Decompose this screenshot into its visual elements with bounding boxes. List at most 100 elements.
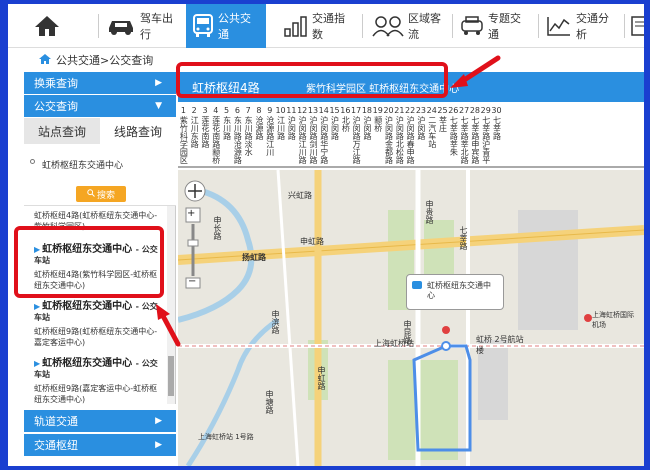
stop-number: 19 bbox=[372, 106, 383, 115]
stop-number: 2 bbox=[191, 106, 197, 115]
stop-item[interactable]: 11 沪闵路 bbox=[286, 102, 297, 166]
result-title: 虹桥枢纽东交通中心 bbox=[42, 301, 133, 312]
sidebar-item-hub[interactable]: 交通枢纽 ▶ bbox=[24, 434, 176, 456]
stop-item[interactable]: 23 沪闵路 bbox=[416, 102, 427, 166]
sidebar-item-transfer[interactable]: 换乘查询 ▶ bbox=[24, 72, 176, 94]
stop-item[interactable]: 29 七莘路沪青平 bbox=[480, 102, 491, 166]
stop-number: 11 bbox=[286, 106, 297, 115]
station-popup[interactable]: 虹桥枢纽东交通中心 bbox=[406, 274, 504, 310]
nav-traffic-analysis-label: 交通分析 bbox=[576, 12, 609, 41]
sidebar-item-bus[interactable]: 公交查询 ▼ bbox=[24, 95, 176, 117]
stop-name: 七莘路莘北路 bbox=[460, 116, 470, 164]
stop-number: 3 bbox=[202, 106, 208, 115]
search-button-label: 搜索 bbox=[96, 190, 115, 201]
bus-icon bbox=[192, 13, 214, 39]
nav-driving[interactable]: 驾车出行 bbox=[100, 4, 182, 48]
stop-item[interactable]: 22 沪闵路春申路 bbox=[405, 102, 416, 166]
nav-traffic-analysis[interactable]: 交通分析 bbox=[540, 4, 622, 48]
stop-number: 24 bbox=[426, 106, 437, 115]
stop-item[interactable]: 30 七莘路 bbox=[491, 102, 502, 166]
home-small-icon[interactable] bbox=[38, 53, 52, 68]
stop-number: 22 bbox=[405, 106, 416, 115]
stop-item[interactable]: 24 二汽车站 bbox=[426, 102, 437, 166]
search-button[interactable]: 搜索 bbox=[76, 186, 126, 202]
stop-number: 27 bbox=[459, 106, 470, 115]
stop-name: 沪闵路剑川路 bbox=[308, 116, 318, 164]
stop-number: 28 bbox=[469, 106, 480, 115]
stop-item[interactable]: 20 沪闵路金都路 bbox=[383, 102, 394, 166]
breadcrumb-text[interactable]: 公共交通>公交查询 bbox=[56, 52, 153, 68]
stop-name: 沪闵路江川路 bbox=[298, 116, 308, 164]
list-item[interactable]: ▶ 虹桥枢纽东交通中心 - 公交车站 虹桥枢纽9路(嘉定客运中心-虹桥枢纽东交通中… bbox=[24, 352, 175, 404]
nav-special-traffic[interactable]: 专题交通 bbox=[454, 4, 536, 48]
stop-item[interactable]: 6 东川路沧源路 bbox=[232, 102, 243, 166]
stop-item[interactable]: 16 北桥 bbox=[340, 102, 351, 166]
map-label: 申长路 bbox=[213, 216, 222, 240]
stop-item[interactable]: 25 莘庄 bbox=[437, 102, 448, 166]
stop-number: 20 bbox=[383, 106, 394, 115]
stop-number: 23 bbox=[415, 106, 427, 115]
nav-regional-flow[interactable]: 区域客流 bbox=[366, 4, 448, 48]
tab-line[interactable]: 线路查询 bbox=[100, 118, 176, 144]
popup-text: 虹桥枢纽东交通中心 bbox=[427, 281, 491, 300]
stop-name: 莲花南路颛桥 bbox=[211, 116, 221, 164]
nav-driving-label: 驾车出行 bbox=[140, 12, 173, 41]
map-view[interactable]: + − 虹桥枢纽东交通中心 兴虹路 申虹路 申长路 扬虹路 申滨路 申贵路 申昆… bbox=[178, 170, 644, 466]
stop-name: 沪闵路华宁路 bbox=[319, 116, 329, 164]
stop-number: 15 bbox=[329, 106, 340, 115]
stop-name: 七莘路沪青平 bbox=[481, 116, 491, 164]
stop-name: 颛桥 bbox=[373, 116, 383, 132]
map-label: 上海虹桥站 bbox=[374, 339, 414, 348]
stop-name: 紫竹科学园区 bbox=[179, 116, 189, 164]
zoom-in-button[interactable]: + bbox=[187, 208, 195, 219]
stop-item[interactable]: 7 东川路淡水 bbox=[243, 102, 254, 166]
stop-name: 沪闵路 bbox=[362, 116, 372, 140]
stop-number: 6 bbox=[234, 106, 240, 115]
stop-item[interactable]: 3 莲花南路 bbox=[200, 102, 211, 166]
bus-marker-icon bbox=[412, 281, 422, 289]
stop-item[interactable]: 15 沪闵路 bbox=[329, 102, 340, 166]
stop-number: 14 bbox=[318, 106, 329, 115]
stop-name: 沪闵路北松路 bbox=[395, 116, 405, 164]
nav-home[interactable] bbox=[28, 4, 84, 48]
map-label: 申滨路 bbox=[271, 310, 280, 334]
stop-number: 8 bbox=[256, 106, 262, 115]
map-label: 申贵路 bbox=[425, 200, 434, 224]
zoom-out-button[interactable]: − bbox=[188, 276, 196, 287]
stop-item[interactable]: 21 沪闵路北松路 bbox=[394, 102, 405, 166]
map-label: 上海虹桥国际机场 bbox=[592, 311, 634, 329]
stop-item[interactable]: 10 江川路 bbox=[275, 102, 286, 166]
top-nav: 驾车出行 公共交通 交通指数 区域客流 专题交通 交通分析 bbox=[8, 4, 644, 48]
stop-item[interactable]: 5 东川路 bbox=[221, 102, 232, 166]
tab-station[interactable]: 站点查询 bbox=[24, 118, 100, 144]
stop-item[interactable]: 9 沧源路江川 bbox=[264, 102, 275, 166]
breadcrumb: 公共交通>公交查询 bbox=[8, 48, 178, 72]
stop-name: 七莘路莘朱 bbox=[449, 116, 459, 156]
stop-number: 1 bbox=[180, 106, 186, 115]
stop-item[interactable]: 8 沧源路 bbox=[254, 102, 265, 166]
stop-item[interactable]: 14 沪闵路华宁路 bbox=[318, 102, 329, 166]
stop-item[interactable]: 19 颛桥 bbox=[372, 102, 383, 166]
nav-document[interactable] bbox=[624, 4, 644, 48]
stop-item[interactable]: 27 七莘路莘北路 bbox=[459, 102, 470, 166]
stop-name: 二汽车站 bbox=[427, 116, 437, 148]
scrollbar-thumb[interactable] bbox=[168, 356, 174, 396]
stop-item[interactable]: 4 莲花南路颛桥 bbox=[210, 102, 221, 166]
stop-item[interactable]: 13 沪闵路剑川路 bbox=[308, 102, 319, 166]
stop-item[interactable]: 28 七莘路申宾路 bbox=[470, 102, 481, 166]
stop-item[interactable]: 18 沪闵路 bbox=[362, 102, 373, 166]
sidebar-item-rail[interactable]: 轨道交通 ▶ bbox=[24, 410, 176, 432]
nav-traffic-index[interactable]: 交通指数 bbox=[278, 4, 358, 48]
stop-item[interactable]: 1 紫竹科学园区 bbox=[178, 102, 189, 166]
sidebar-item-label: 公交查询 bbox=[34, 100, 78, 113]
stop-item[interactable]: 26 七莘路莘朱 bbox=[448, 102, 459, 166]
stop-item[interactable]: 2 江川东路 bbox=[189, 102, 200, 166]
home-icon bbox=[34, 14, 60, 38]
stop-item[interactable]: 17 沪闵路万江路 bbox=[351, 102, 362, 166]
search-area: 搜索 bbox=[24, 144, 176, 206]
stop-item[interactable]: 12 沪闵路江川路 bbox=[297, 102, 308, 166]
stop-number: 4 bbox=[213, 106, 219, 115]
search-input[interactable] bbox=[30, 156, 168, 172]
stop-number: 25 bbox=[437, 106, 448, 115]
nav-public-transit[interactable]: 公共交通 bbox=[186, 4, 266, 48]
